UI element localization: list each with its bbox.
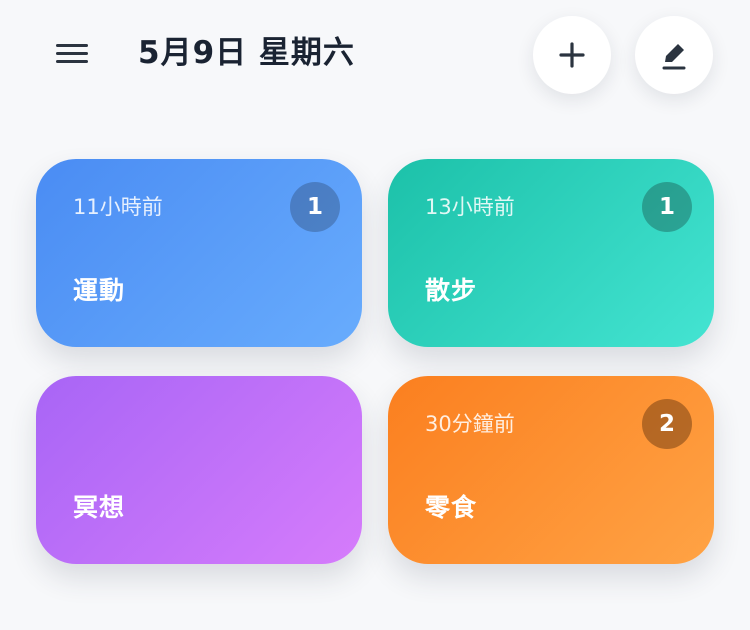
habit-card-exercise[interactable]: 11小時前 1 運動 — [36, 159, 362, 347]
last-time-label: 11小時前 — [73, 195, 163, 219]
count-badge: 1 — [642, 182, 692, 232]
menu-button[interactable] — [52, 36, 92, 70]
pencil-icon — [662, 44, 686, 70]
hamburger-menu-icon — [56, 44, 88, 47]
last-time-label: 13小時前 — [425, 195, 515, 219]
habit-name: 散步 — [425, 276, 478, 305]
plus-icon — [559, 42, 585, 68]
add-button[interactable] — [533, 16, 611, 94]
habit-card-walk[interactable]: 13小時前 1 散步 — [388, 159, 714, 347]
habit-name: 冥想 — [73, 493, 126, 522]
last-time-label: 30分鐘前 — [425, 412, 515, 436]
count-badge: 1 — [290, 182, 340, 232]
edit-button[interactable] — [635, 16, 713, 94]
habit-name: 運動 — [73, 276, 126, 305]
habit-name: 零食 — [425, 493, 478, 522]
page-title: 5月9日 星期六 — [138, 35, 355, 71]
habit-card-snack[interactable]: 30分鐘前 2 零食 — [388, 376, 714, 564]
habit-card-meditation[interactable]: 冥想 — [36, 376, 362, 564]
app-header: 5月9日 星期六 — [0, 0, 750, 110]
count-badge: 2 — [642, 399, 692, 449]
